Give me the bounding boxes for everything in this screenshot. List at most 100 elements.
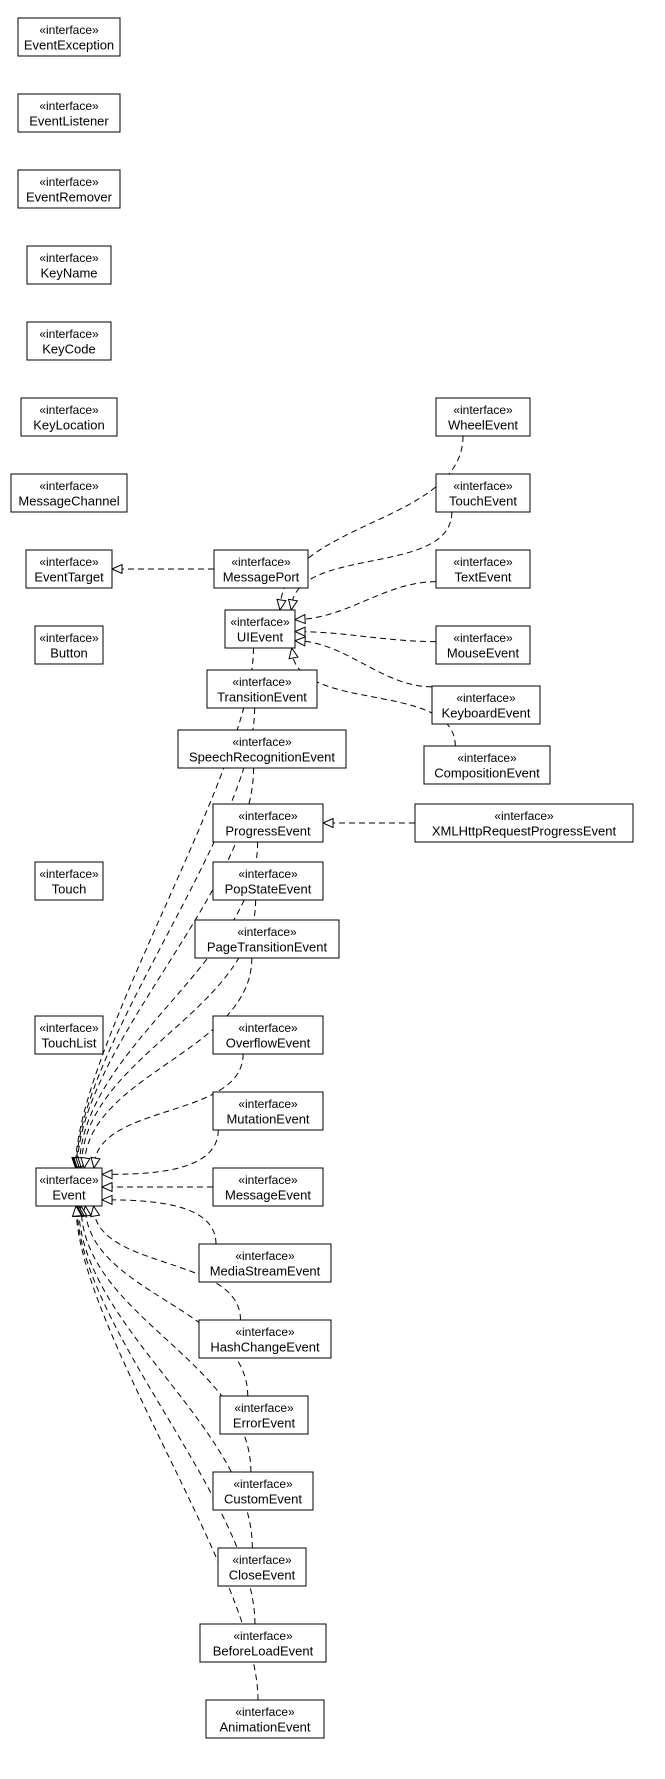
realization-arrowhead — [277, 599, 286, 610]
interface-name: Button — [50, 645, 88, 660]
stereotype-label: «interface» — [39, 867, 99, 881]
interface-name: MessagePort — [223, 569, 300, 584]
uml-interface-OverflowEvent: «interface»OverflowEvent — [213, 1016, 323, 1054]
stereotype-label: «interface» — [238, 1097, 298, 1111]
stereotype-label: «interface» — [494, 809, 554, 823]
interface-name: CloseEvent — [229, 1567, 296, 1582]
stereotype-label: «interface» — [456, 691, 516, 705]
uml-interface-KeyCode: «interface»KeyCode — [27, 322, 111, 360]
uml-interface-CompositionEvent: «interface»CompositionEvent — [424, 746, 550, 784]
stereotype-label: «interface» — [230, 615, 290, 629]
interface-name: TextEvent — [454, 569, 511, 584]
uml-interface-KeyName: «interface»KeyName — [27, 246, 111, 284]
interface-name: MessageChannel — [18, 493, 119, 508]
interface-name: ErrorEvent — [233, 1415, 296, 1430]
realization-edge — [81, 958, 252, 1168]
dependency-line — [76, 648, 254, 1168]
realization-arrowhead — [289, 599, 298, 610]
uml-interface-TextEvent: «interface»TextEvent — [436, 550, 530, 588]
nodes-layer: «interface»EventException«interface»Even… — [11, 18, 633, 1738]
interface-name: ProgressEvent — [225, 823, 311, 838]
realization-arrowhead — [323, 819, 333, 828]
interface-name: KeyboardEvent — [442, 705, 531, 720]
interface-name: MessageEvent — [225, 1187, 311, 1202]
realization-edge — [295, 627, 436, 641]
interface-name: EventRemover — [26, 189, 113, 204]
interface-name: UIEvent — [237, 629, 284, 644]
realization-arrowhead — [102, 1170, 112, 1179]
interface-name: CustomEvent — [224, 1491, 302, 1506]
realization-edge — [323, 819, 415, 828]
stereotype-label: «interface» — [453, 555, 513, 569]
stereotype-label: «interface» — [232, 675, 292, 689]
interface-name: Event — [52, 1187, 86, 1202]
stereotype-label: «interface» — [39, 251, 99, 265]
stereotype-label: «interface» — [232, 735, 292, 749]
realization-edge — [112, 565, 214, 574]
uml-interface-KeyboardEvent: «interface»KeyboardEvent — [432, 686, 540, 724]
stereotype-label: «interface» — [457, 751, 517, 765]
interface-name: AnimationEvent — [219, 1719, 310, 1734]
interface-name: BeforeLoadEvent — [213, 1643, 314, 1658]
dependency-line — [291, 512, 452, 610]
stereotype-label: «interface» — [39, 1021, 99, 1035]
stereotype-label: «interface» — [235, 1705, 295, 1719]
realization-arrowhead — [295, 627, 305, 636]
interface-name: Touch — [52, 881, 87, 896]
interface-name: HashChangeEvent — [210, 1339, 320, 1354]
uml-interface-TouchList: «interface»TouchList — [35, 1016, 103, 1054]
uml-interface-PageTransitionEvent: «interface»PageTransitionEvent — [195, 920, 339, 958]
stereotype-label: «interface» — [39, 175, 99, 189]
realization-edge — [82, 1206, 248, 1396]
realization-edge — [102, 1130, 218, 1179]
stereotype-label: «interface» — [39, 403, 99, 417]
interface-name: PopStateEvent — [225, 881, 312, 896]
interface-name: WheelEvent — [448, 417, 518, 432]
realization-arrowhead — [295, 637, 305, 646]
dependency-line — [102, 1200, 216, 1244]
uml-interface-KeyLocation: «interface»KeyLocation — [21, 398, 117, 436]
interface-name: PageTransitionEvent — [207, 939, 328, 954]
uml-interface-Touch: «interface»Touch — [35, 862, 103, 900]
stereotype-label: «interface» — [39, 1173, 99, 1187]
uml-interface-Button: «interface»Button — [35, 626, 103, 664]
stereotype-label: «interface» — [237, 925, 297, 939]
uml-interface-PopStateEvent: «interface»PopStateEvent — [213, 862, 323, 900]
interface-name: SpeechRecognitionEvent — [189, 749, 335, 764]
uml-interface-EventRemover: «interface»EventRemover — [18, 170, 120, 208]
realization-arrowhead — [102, 1195, 112, 1204]
interface-name: TouchList — [42, 1035, 97, 1050]
stereotype-label: «interface» — [233, 1477, 293, 1491]
stereotype-label: «interface» — [234, 1401, 294, 1415]
interface-name: TouchEvent — [449, 493, 517, 508]
realization-edge — [102, 1195, 216, 1244]
interface-name: KeyCode — [42, 341, 95, 356]
uml-interface-CustomEvent: «interface»CustomEvent — [213, 1472, 313, 1510]
uml-interface-WheelEvent: «interface»WheelEvent — [436, 398, 530, 436]
stereotype-label: «interface» — [453, 479, 513, 493]
uml-interface-EventException: «interface»EventException — [18, 18, 120, 56]
uml-interface-XMLHttpRequestProgressEvent: «interface»XMLHttpRequestProgressEvent — [415, 804, 633, 842]
stereotype-label: «interface» — [39, 327, 99, 341]
uml-interface-AnimationEvent: «interface»AnimationEvent — [206, 1700, 324, 1738]
stereotype-label: «interface» — [39, 631, 99, 645]
stereotype-label: «interface» — [39, 23, 99, 37]
realization-edge — [102, 1183, 213, 1192]
uml-interface-MessagePort: «interface»MessagePort — [214, 550, 308, 588]
uml-interface-EventListener: «interface»EventListener — [18, 94, 120, 132]
stereotype-label: «interface» — [235, 1325, 295, 1339]
realization-arrowhead — [112, 565, 122, 574]
realization-arrowhead — [289, 648, 298, 659]
realization-arrowhead — [91, 1157, 100, 1168]
stereotype-label: «interface» — [231, 555, 291, 569]
dependency-line — [102, 1130, 218, 1174]
interface-name: MutationEvent — [226, 1111, 309, 1126]
interface-name: EventException — [24, 37, 114, 52]
uml-interface-Event: «interface»Event — [36, 1168, 102, 1206]
stereotype-label: «interface» — [238, 1021, 298, 1035]
interface-name: EventListener — [29, 113, 109, 128]
realization-edge — [295, 582, 436, 624]
uml-interface-MediaStreamEvent: «interface»MediaStreamEvent — [199, 1244, 331, 1282]
interface-name: MediaStreamEvent — [210, 1263, 321, 1278]
interface-name: MouseEvent — [447, 645, 520, 660]
